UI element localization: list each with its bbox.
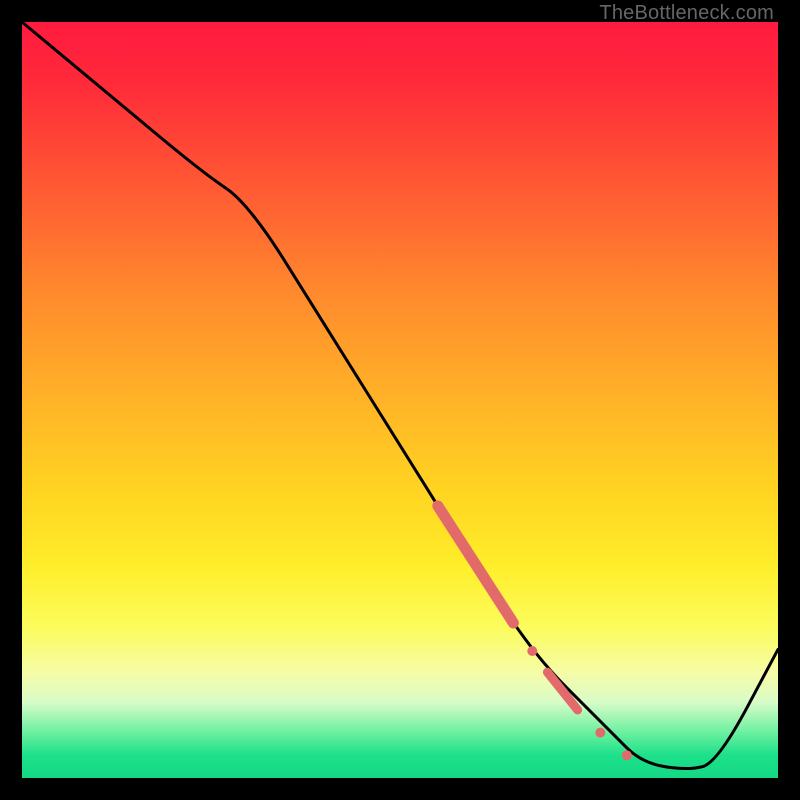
watermark-text: TheBottleneck.com — [599, 2, 774, 25]
bottleneck-curve — [22, 22, 778, 769]
marker-dot — [527, 646, 537, 656]
marker-dot — [622, 750, 632, 760]
marker-dot — [595, 728, 605, 738]
chart-overlay — [22, 22, 778, 778]
marker-segment — [438, 506, 514, 623]
marker-segment — [547, 672, 577, 710]
